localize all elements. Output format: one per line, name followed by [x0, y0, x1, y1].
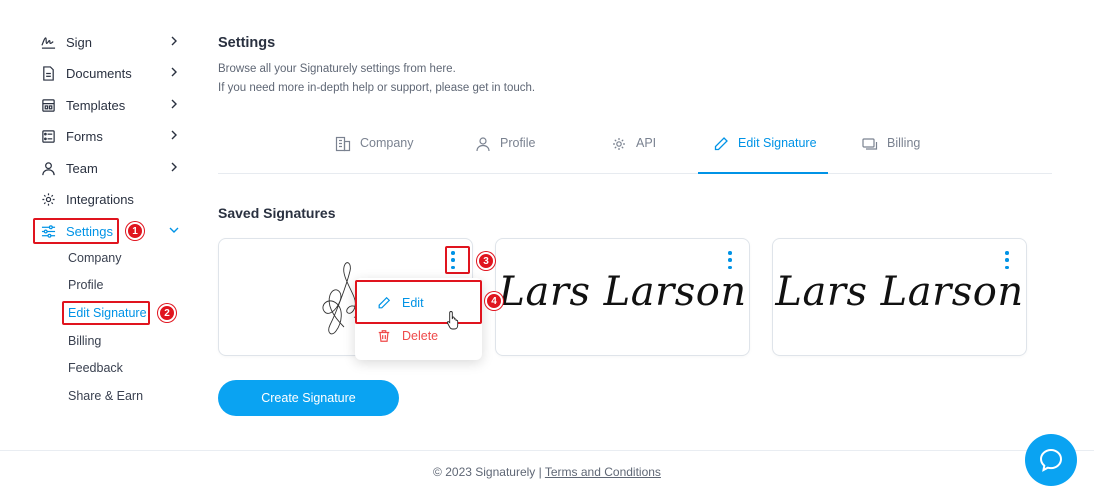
page-subtitle-line-1: Browse all your Signaturely settings fro… — [218, 63, 456, 75]
tab-label: Company — [360, 136, 414, 150]
sidebar-item-integrations[interactable]: Integrations — [40, 188, 182, 210]
trash-icon — [377, 329, 391, 343]
step-badge-3: 3 — [477, 252, 495, 270]
menu-item-label: Delete — [402, 329, 439, 343]
signature-text: Lars Larson — [775, 269, 1024, 315]
sidebar-item-settings[interactable]: Settings — [40, 220, 182, 242]
template-icon — [40, 97, 56, 113]
step-badge-1: 1 — [126, 222, 144, 240]
menu-item-edit[interactable]: Edit — [377, 296, 424, 310]
sign-icon — [40, 34, 56, 50]
tab-company[interactable]: Company — [335, 128, 414, 174]
chevron-right-icon — [171, 99, 177, 109]
sidebar-subitem-profile[interactable]: Profile — [68, 276, 103, 294]
signature-card-2: Lars Larson — [495, 238, 750, 356]
sliders-icon — [40, 223, 56, 239]
menu-item-delete[interactable]: Delete — [377, 329, 438, 343]
sidebar-item-label: Forms — [66, 128, 103, 144]
signature-options-kebab[interactable] — [450, 251, 456, 269]
sidebar-item-sign[interactable]: Sign — [40, 31, 182, 53]
hand-cursor-icon — [446, 311, 459, 330]
create-signature-button[interactable]: Create Signature — [218, 380, 399, 416]
sidebar-item-label: Documents — [66, 65, 132, 81]
terms-link[interactable]: Terms and Conditions — [545, 465, 661, 479]
sidebar-item-label: Integrations — [66, 191, 134, 207]
document-icon — [40, 65, 56, 81]
page-title: Settings — [218, 35, 276, 51]
chevron-right-icon — [171, 130, 177, 140]
tab-api[interactable]: API — [611, 128, 656, 174]
sidebar-subitem-edit-signature[interactable]: Edit Signature — [68, 304, 147, 322]
sidebar-item-label: Team — [66, 160, 98, 176]
menu-item-label: Edit — [402, 296, 424, 310]
chevron-right-icon — [171, 36, 177, 46]
footer: © 2023 Signaturely | Terms and Condition… — [0, 465, 1094, 479]
sidebar-item-label: Sign — [66, 34, 93, 50]
tab-label: Edit Signature — [738, 136, 817, 150]
sidebar-item-label: Settings — [66, 223, 113, 239]
sidebar: Sign Documents Templates Forms Team Inte — [0, 0, 200, 450]
tab-label: Profile — [500, 136, 536, 150]
sidebar-subitem-company[interactable]: Company — [68, 249, 122, 267]
building-icon — [335, 136, 351, 152]
signature-text: Lars Larson — [498, 269, 747, 315]
sidebar-subitem-billing[interactable]: Billing — [68, 332, 101, 350]
signature-options-kebab[interactable] — [727, 251, 733, 269]
signature-options-kebab[interactable] — [1004, 251, 1010, 269]
sidebar-item-team[interactable]: Team — [40, 157, 182, 179]
user-icon — [475, 136, 491, 152]
chevron-right-icon — [171, 162, 177, 172]
tab-label: API — [636, 136, 657, 150]
sidebar-subitem-share-earn[interactable]: Share & Earn — [68, 387, 143, 405]
gear-icon — [611, 136, 627, 152]
card-icon — [862, 136, 878, 152]
sidebar-item-label: Templates — [66, 97, 126, 113]
pencil-icon — [377, 296, 391, 310]
sidebar-item-documents[interactable]: Documents — [40, 62, 182, 84]
gear-icon — [40, 191, 56, 207]
sidebar-subitem-feedback[interactable]: Feedback — [68, 359, 123, 377]
settings-tabs: Company Profile API Edit Signature Billi… — [218, 128, 1052, 174]
saved-signatures-title: Saved Signatures — [218, 205, 336, 221]
tab-billing[interactable]: Billing — [862, 128, 920, 174]
sidebar-item-templates[interactable]: Templates — [40, 94, 182, 116]
step-badge-2: 2 — [158, 304, 176, 322]
chevron-down-icon — [169, 227, 179, 233]
chat-icon — [1039, 448, 1063, 472]
form-icon — [40, 128, 56, 144]
footer-copyright: © 2023 Signaturely | — [433, 465, 542, 479]
active-tab-indicator — [698, 172, 828, 174]
user-icon — [40, 160, 56, 176]
signature-options-menu: Edit Delete — [355, 278, 482, 360]
chevron-right-icon — [171, 67, 177, 77]
footer-divider — [0, 450, 1094, 451]
signature-card-3: Lars Larson — [772, 238, 1027, 356]
tab-edit-signature[interactable]: Edit Signature — [713, 128, 817, 174]
chat-button[interactable] — [1025, 434, 1077, 486]
page-subtitle-line-2: If you need more in-depth help or suppor… — [218, 82, 536, 94]
pencil-icon — [713, 136, 729, 152]
step-badge-4: 4 — [485, 292, 503, 310]
tab-label: Billing — [887, 136, 921, 150]
tab-profile[interactable]: Profile — [475, 128, 535, 174]
sidebar-item-forms[interactable]: Forms — [40, 125, 182, 147]
